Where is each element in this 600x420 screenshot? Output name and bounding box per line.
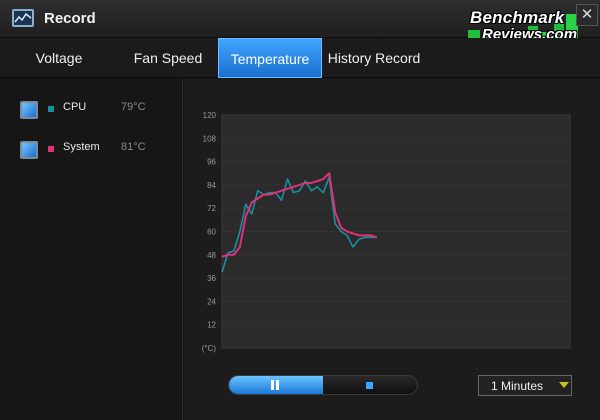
tab-temperature[interactable]: Temperature — [218, 38, 322, 78]
watermark-line1: Benchmark — [470, 8, 565, 27]
system-checkbox[interactable] — [20, 141, 38, 159]
y-tick-label: 120 — [203, 111, 217, 120]
y-tick-label: 12 — [207, 321, 216, 330]
cpu-temperature-value: 79°C — [121, 101, 146, 113]
sensor-row-system: System 81°C — [0, 137, 183, 165]
tab-history-record[interactable]: History Record — [322, 38, 426, 78]
chart-panel: 120 108 96 84 72 60 48 36 24 12 (°C) — [184, 79, 600, 420]
close-icon: ✕ — [580, 6, 594, 23]
cpu-label: CPU — [63, 101, 87, 113]
sensor-row-cpu: CPU 79°C — [0, 97, 183, 125]
y-tick-label: 96 — [207, 158, 216, 167]
title-bar: Record Benchmark Reviews.com ✕ — [0, 0, 600, 44]
y-tick-label: 36 — [207, 274, 216, 283]
y-tick-label: 60 — [207, 228, 216, 237]
playback-bar[interactable] — [228, 375, 418, 395]
cpu-color-swatch — [48, 106, 54, 112]
pause-icon[interactable] — [270, 378, 280, 392]
close-button[interactable]: ✕ — [576, 4, 598, 26]
tab-fan-speed[interactable]: Fan Speed — [118, 38, 218, 78]
y-tick-label: 24 — [207, 297, 216, 306]
system-color-swatch — [48, 146, 54, 152]
tab-bar: Voltage Fan Speed Temperature History Re… — [0, 38, 600, 78]
window-title: Record — [44, 10, 96, 27]
temperature-chart: 120 108 96 84 72 60 48 36 24 12 (°C) — [202, 111, 571, 353]
chevron-down-icon — [559, 382, 569, 388]
cpu-checkbox[interactable] — [20, 101, 38, 119]
interval-dropdown[interactable]: 1 Minutes — [478, 375, 572, 396]
y-tick-label: 84 — [207, 181, 216, 190]
stop-icon[interactable] — [366, 382, 373, 389]
sensor-list: CPU 79°C System 81°C — [0, 79, 183, 420]
y-tick-label: 48 — [207, 251, 216, 260]
y-tick-label: 108 — [203, 134, 217, 143]
system-temperature-value: 81°C — [121, 141, 146, 153]
system-label: System — [63, 141, 100, 153]
monitor-chart-icon — [12, 9, 34, 27]
y-axis-unit-label: (°C) — [202, 344, 217, 353]
y-tick-label: 72 — [207, 204, 216, 213]
interval-selected-value: 1 Minutes — [491, 379, 544, 393]
tab-voltage[interactable]: Voltage — [0, 38, 118, 78]
